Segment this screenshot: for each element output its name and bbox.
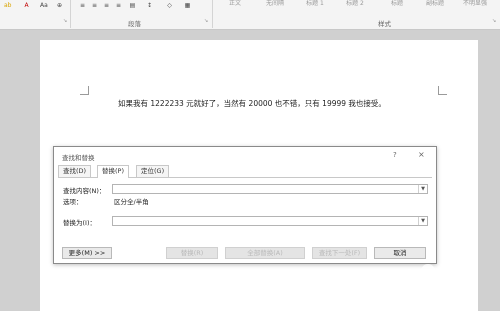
style-normal[interactable]: 正文 bbox=[218, 0, 252, 10]
replace-label: 替换为(I)： bbox=[63, 219, 96, 227]
chevron-down-icon[interactable]: ▼ bbox=[418, 185, 427, 193]
cancel-button[interactable]: 取消 bbox=[374, 247, 426, 259]
tab-find[interactable]: 查找(D) bbox=[58, 165, 92, 177]
tab-goto[interactable]: 定位(G) bbox=[136, 165, 170, 177]
crop-mark-top-left bbox=[80, 86, 89, 95]
justify-icon[interactable]: ≡ bbox=[114, 1, 123, 10]
watermark-logo: Baidu 经验 bbox=[382, 267, 477, 287]
line-spacing-icon[interactable]: ↕ bbox=[145, 1, 154, 10]
ribbon: ab A Aa ⊕ ≡ ≡ ≡ ≡ ▤ ↕ ◇ ▦ 段落 ↘ ↘ 正文 无间隔 … bbox=[0, 0, 500, 30]
find-input[interactable]: ▼ bbox=[112, 184, 428, 194]
chevron-down-icon[interactable]: ▼ bbox=[418, 217, 427, 225]
help-icon[interactable]: ? bbox=[393, 151, 397, 159]
find-label: 查找内容(N)： bbox=[63, 187, 106, 195]
style-no-spacing[interactable]: 无间隔 bbox=[258, 0, 292, 10]
align-right-icon[interactable]: ≡ bbox=[102, 1, 111, 10]
watermark: Baidu 经验 jingyan.baidu.com bbox=[360, 262, 500, 311]
distribute-icon[interactable]: ▤ bbox=[128, 1, 137, 10]
style-subtitle[interactable]: 副标题 bbox=[418, 0, 452, 10]
options-label: 选项： bbox=[63, 198, 83, 206]
watermark-url: jingyan.baidu.com bbox=[384, 286, 458, 295]
shading-icon[interactable]: ◇ bbox=[165, 1, 174, 10]
options-value: 区分全/半角 bbox=[114, 198, 149, 206]
replace-button[interactable]: 替换(R) bbox=[166, 247, 218, 259]
replace-input[interactable]: ▼ bbox=[112, 216, 428, 226]
more-button[interactable]: 更多(M) >> bbox=[62, 247, 112, 259]
style-heading1[interactable]: 标题 1 bbox=[298, 0, 332, 10]
style-title[interactable]: 标题 bbox=[380, 0, 414, 10]
font-color-icon[interactable]: A bbox=[22, 1, 31, 10]
group-label-styles: 样式 bbox=[378, 20, 391, 28]
tab-replace[interactable]: 替换(P) bbox=[97, 165, 129, 178]
crop-mark-top-right bbox=[438, 86, 447, 95]
find-next-button[interactable]: 查找下一处(F) bbox=[312, 247, 367, 259]
highlight-icon[interactable]: ab bbox=[3, 1, 12, 10]
dialog-title: 查找和替换 bbox=[62, 154, 95, 162]
font-size-icon[interactable]: Aa bbox=[39, 1, 48, 10]
align-left-icon[interactable]: ≡ bbox=[78, 1, 87, 10]
style-subtle-emphasis[interactable]: 不明显强 bbox=[458, 0, 492, 10]
close-icon[interactable]: × bbox=[418, 150, 425, 159]
enclose-char-icon[interactable]: ⊕ bbox=[55, 1, 64, 10]
document-text[interactable]: 如果我有 1222233 元就好了，当然有 20000 也不错，只有 19999… bbox=[118, 98, 386, 109]
group-label-paragraph: 段落 bbox=[128, 20, 141, 28]
style-heading2[interactable]: 标题 2 bbox=[338, 0, 372, 10]
align-center-icon[interactable]: ≡ bbox=[90, 1, 99, 10]
font-dialog-launcher-icon[interactable]: ↘ bbox=[63, 18, 67, 24]
border-icon[interactable]: ▦ bbox=[183, 1, 192, 10]
styles-dialog-launcher-icon[interactable]: ↘ bbox=[492, 18, 496, 24]
replace-all-button[interactable]: 全部替换(A) bbox=[225, 247, 305, 259]
find-replace-dialog: 查找和替换 ? × 查找(D) 替换(P) 定位(G) 查找内容(N)： ▼ 选… bbox=[53, 146, 437, 264]
paragraph-dialog-launcher-icon[interactable]: ↘ bbox=[204, 18, 208, 24]
